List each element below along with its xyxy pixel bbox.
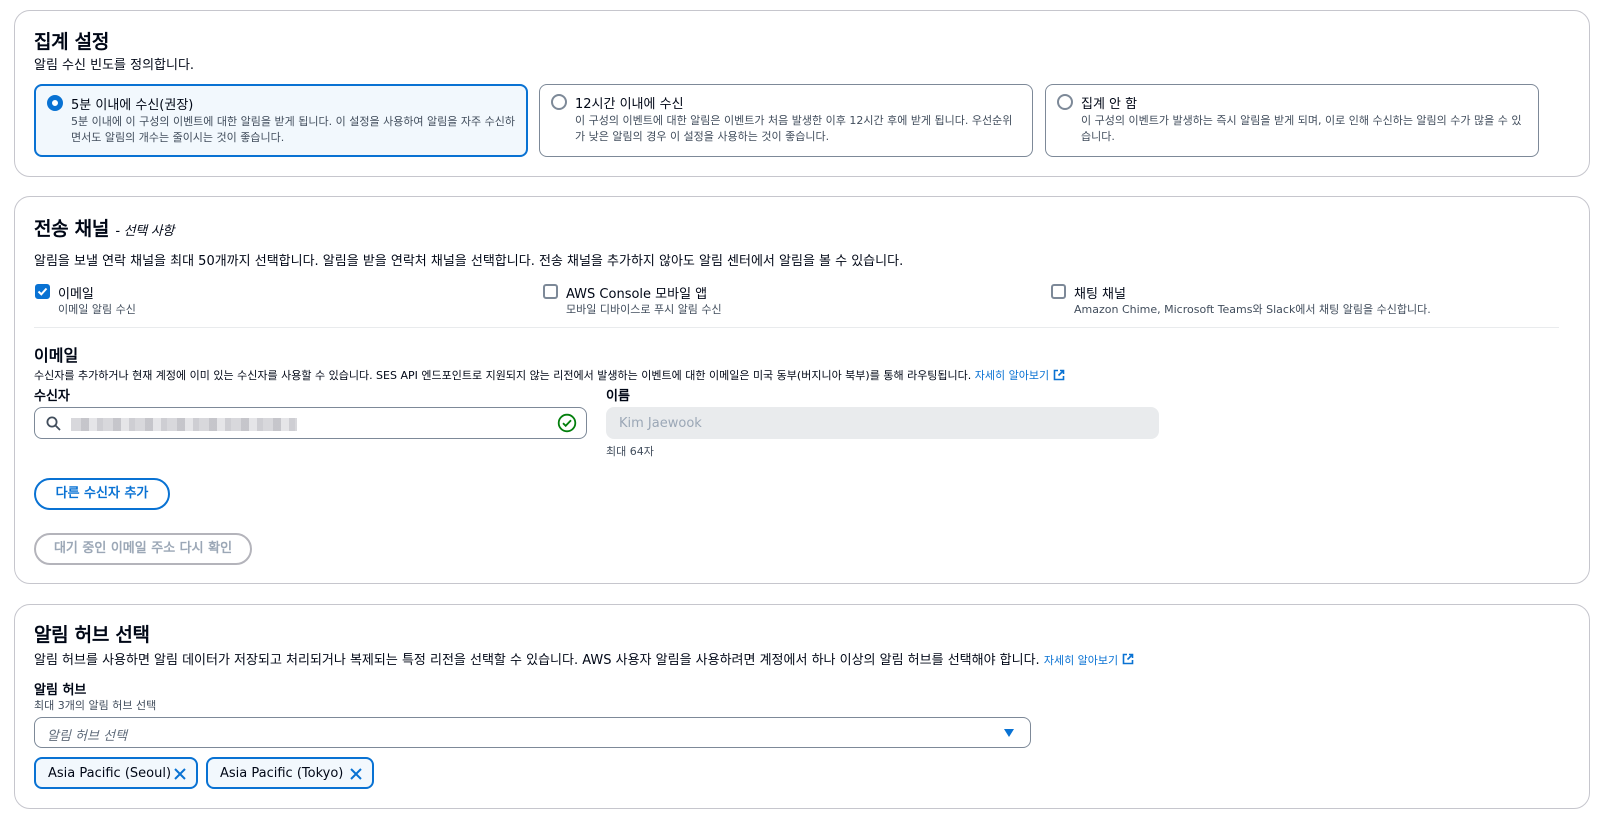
hub-description: 알림 허브를 사용하면 알림 데이터가 저장되고 처리되거나 복제되는 특정 리… (34, 653, 1040, 668)
aggregation-option-12h[interactable]: 12시간 이내에 수신 이 구성의 이벤트에 대한 알림은 이벤트가 처음 발생… (539, 84, 1033, 157)
option-label: 12시간 이내에 수신 (575, 97, 684, 112)
divider (34, 327, 1559, 328)
resend-verification-button[interactable]: 대기 중인 이메일 주소 다시 확인 (34, 533, 252, 565)
email-section-title: 이메일 (34, 346, 79, 365)
aggregation-option-none[interactable]: 집계 안 함 이 구성의 이벤트가 발생하는 즉시 알림을 받게 되며, 이로 … (1045, 84, 1539, 157)
channels-description: 알림을 보낼 연락 채널을 최대 50개까지 선택합니다. 알림을 받을 연락처… (34, 254, 904, 269)
option-description: 이 구성의 이벤트에 대한 알림은 이벤트가 처음 발생한 이후 12시간 후에… (575, 114, 1013, 143)
channels-title-text: 전송 채널 (34, 218, 110, 240)
option-description: 이 구성의 이벤트가 발생하는 즉시 알림을 받게 되며, 이로 인해 수신하는… (1081, 114, 1522, 143)
search-icon (46, 416, 61, 431)
aggregation-description: 알림 수신 빈도를 정의합니다. (34, 58, 195, 73)
check-icon (37, 287, 48, 296)
hub-select[interactable]: 알림 허브 선택 (34, 717, 1031, 748)
option-label: 집계 안 함 (1081, 97, 1138, 112)
email-description: 수신자를 추가하거나 현재 계정에 이미 있는 수신자를 사용할 수 있습니다.… (34, 369, 972, 382)
aggregation-panel: 집계 설정 알림 수신 빈도를 정의합니다. 5분 이내에 수신(권장) 5분 … (14, 10, 1590, 177)
hub-label: 알림 허브 (34, 683, 87, 698)
hub-title: 알림 허브 선택 (34, 624, 150, 646)
email-description-row: 수신자를 추가하거나 현재 계정에 이미 있는 수신자를 사용할 수 있습니다.… (34, 367, 1065, 384)
hub-token-tokyo: Asia Pacific (Tokyo) (206, 757, 374, 789)
external-link-icon[interactable] (1122, 653, 1134, 669)
recipient-label: 수신자 (34, 389, 70, 404)
channel-sub-mobile: 모바일 디바이스로 푸시 알림 수신 (566, 303, 722, 316)
radio-none[interactable] (1057, 94, 1073, 110)
success-check-icon (557, 413, 577, 433)
token-label: Asia Pacific (Seoul) (48, 766, 172, 781)
option-label: 5분 이내에 수신(권장) (71, 98, 194, 113)
redacted-email-value (71, 418, 297, 431)
hub-panel: 알림 허브 선택 알림 허브를 사용하면 알림 데이터가 저장되고 처리되거나 … (14, 604, 1590, 809)
hub-learn-more-link[interactable]: 자세히 알아보기 (1044, 654, 1118, 667)
channels-panel: 전송 채널 - 선택 사항 알림을 보낼 연락 채널을 최대 50개까지 선택합… (14, 196, 1590, 584)
option-description: 5분 이내에 이 구성의 이벤트에 대한 알림을 받게 됩니다. 이 설정을 사… (71, 115, 516, 144)
aggregation-title: 집계 설정 (34, 31, 110, 53)
channel-label-mobile: AWS Console 모바일 앱 (566, 287, 708, 302)
recipient-input[interactable] (34, 407, 587, 439)
radio-12h[interactable] (551, 94, 567, 110)
aggregation-option-5min[interactable]: 5분 이내에 수신(권장) 5분 이내에 이 구성의 이벤트에 대한 알림을 받… (34, 84, 528, 157)
external-link-icon[interactable] (1053, 369, 1065, 384)
close-icon[interactable] (173, 767, 187, 781)
token-label: Asia Pacific (Tokyo) (220, 766, 344, 781)
caret-down-icon[interactable] (1003, 728, 1015, 738)
name-placeholder: Kim Jaewook (619, 416, 702, 431)
name-input[interactable]: Kim Jaewook (606, 407, 1159, 439)
add-recipient-button[interactable]: 다른 수신자 추가 (34, 478, 170, 510)
channels-title: 전송 채널 - 선택 사항 (34, 214, 174, 241)
email-learn-more-link[interactable]: 자세히 알아보기 (975, 369, 1049, 382)
name-label: 이름 (606, 389, 630, 404)
channel-sub-chat: Amazon Chime, Microsoft Teams와 Slack에서 채… (1074, 303, 1431, 316)
channel-label-email: 이메일 (58, 287, 94, 302)
email-checkbox[interactable] (35, 284, 50, 299)
hub-token-seoul: Asia Pacific (Seoul) (34, 757, 198, 789)
mobile-app-checkbox[interactable] (543, 284, 558, 299)
hub-hint: 최대 3개의 알림 허브 선택 (34, 699, 157, 712)
optional-label: - 선택 사항 (115, 224, 175, 239)
radio-5min[interactable] (47, 95, 63, 111)
hub-description-row: 알림 허브를 사용하면 알림 데이터가 저장되고 처리되거나 복제되는 특정 리… (34, 649, 1134, 669)
channel-sub-email: 이메일 알림 수신 (58, 303, 136, 316)
name-hint: 최대 64자 (606, 445, 654, 458)
close-icon[interactable] (349, 767, 363, 781)
channel-label-chat: 채팅 채널 (1074, 287, 1126, 302)
chat-channel-checkbox[interactable] (1051, 284, 1066, 299)
hub-select-placeholder: 알림 허브 선택 (47, 729, 128, 744)
